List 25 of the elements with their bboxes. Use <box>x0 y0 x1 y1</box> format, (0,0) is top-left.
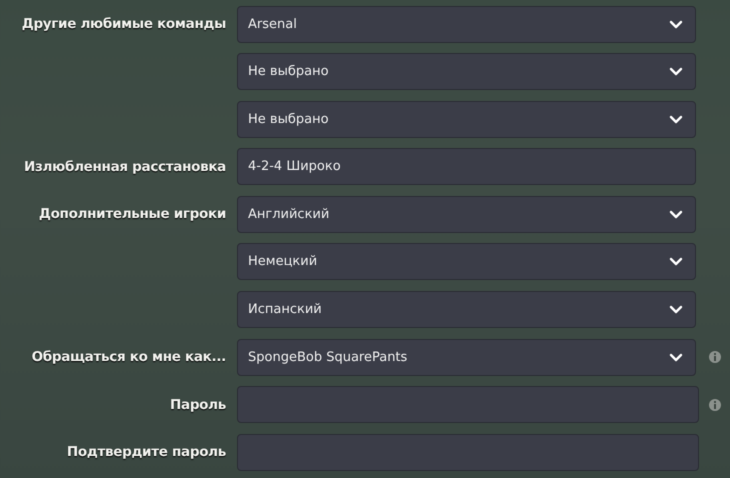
chevron-down-icon <box>669 67 683 76</box>
chevron-down-icon <box>669 210 683 219</box>
field-label: Пароль <box>169 396 226 413</box>
chevron-down-icon <box>669 305 683 314</box>
password-field[interactable] <box>237 434 699 471</box>
field-label: Другие любимые команды <box>20 16 226 32</box>
dropdown[interactable]: SpongeBob SquarePants <box>237 338 696 376</box>
dropdown[interactable]: Немецкий <box>237 243 696 280</box>
field-label: Обращаться ко мне как... <box>30 349 226 366</box>
dropdown[interactable]: Не выбрано <box>237 53 696 90</box>
chevron-down-icon <box>669 352 683 362</box>
chevron-down-icon <box>669 257 683 266</box>
text-field[interactable]: 4-2-4 Широко <box>237 148 696 186</box>
field-label: Излюбленная расстановка <box>23 158 226 175</box>
info-icon[interactable] <box>709 351 721 364</box>
dropdown[interactable]: Английский <box>237 196 696 233</box>
chevron-down-icon <box>669 20 683 28</box>
info-icon[interactable] <box>709 398 721 411</box>
field-label: Подтвердите пароль <box>66 444 226 460</box>
dropdown[interactable]: Arsenal <box>237 6 696 42</box>
dropdown[interactable]: Не выбрано <box>237 100 696 138</box>
field-label: Дополнительные игроки <box>38 206 226 222</box>
password-field[interactable] <box>237 386 699 424</box>
chevron-down-icon <box>669 114 683 124</box>
dropdown[interactable]: Испанский <box>237 291 696 328</box>
